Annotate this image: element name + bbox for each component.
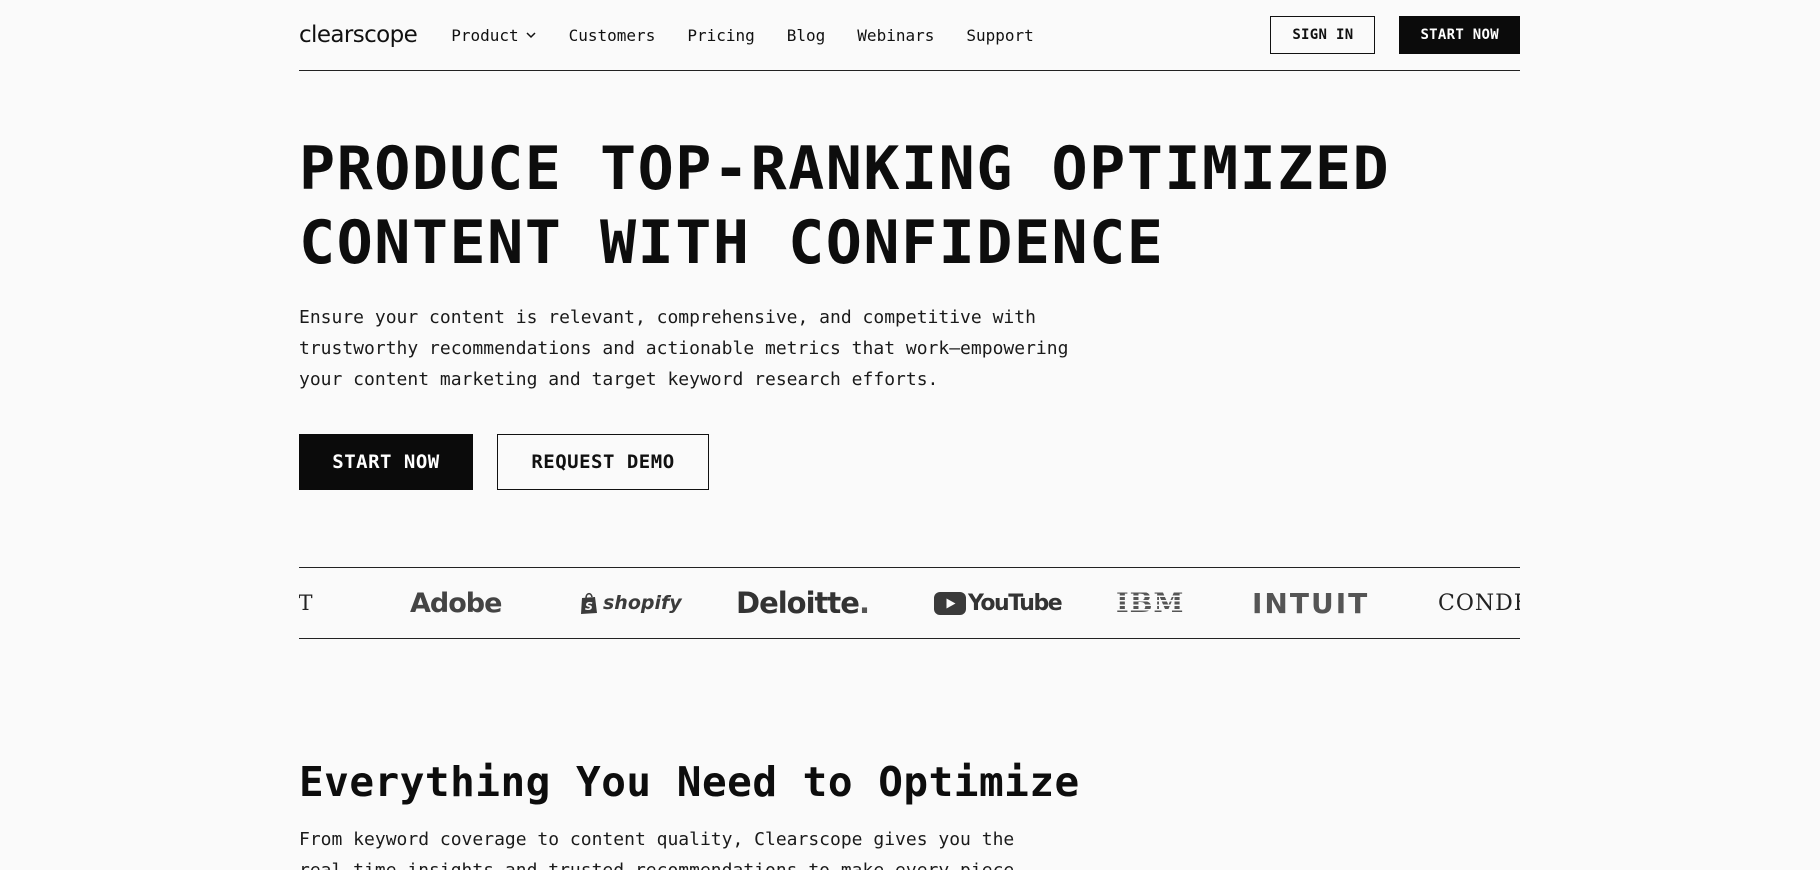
conde-logo-text: CONDÉ [1438,590,1520,616]
deloitte-logo: Deloitte. [736,568,870,638]
nav-item-blog[interactable]: Blog [787,26,826,45]
ibm-logo: IBM [1116,568,1185,638]
hero-description-line: Ensure your content is relevant, compreh… [299,307,1036,328]
partial-brand-logo: AST [299,568,314,638]
hero-description-line: your content marketing and target keywor… [299,369,939,390]
shopify-logo: S shopify [579,568,682,638]
nav-item-webinars[interactable]: Webinars [857,26,934,45]
nav-item-pricing[interactable]: Pricing [687,26,754,45]
partial-brand-text: AST [299,591,314,615]
nav-item-support[interactable]: Support [966,26,1033,45]
youtube-logo: YouTube [934,568,1063,638]
ibm-logo-text: IBM [1116,587,1185,619]
youtube-play-icon [934,591,966,615]
shopify-bag-icon: S [581,592,597,614]
chevron-down-icon [526,32,536,39]
intuit-logo: INTUIT [1252,568,1369,638]
nav-actions: SIGN IN START NOW [1270,16,1520,54]
youtube-logo-text: YouTube [968,590,1063,616]
nav-item-label: Product [451,25,519,45]
deloitte-logo-text: Deloitte [736,586,860,620]
adobe-logo: Adobe [410,568,502,638]
ibm-logo-mark: IBM [1116,587,1185,619]
nav-item-product[interactable]: Product [451,26,536,45]
shopify-logo-text: shopify [603,592,682,614]
deloitte-dot: . [858,586,870,620]
hero-description: Ensure your content is relevant, compreh… [299,302,1139,395]
start-now-button[interactable]: START NOW [299,434,473,490]
features-description-line: From keyword coverage to content quality… [299,829,1015,850]
page: clearscope Product Customers Pricing Blo… [0,0,1820,870]
intuit-logo-text: INTUIT [1252,586,1370,620]
nav-start-now-button[interactable]: START NOW [1399,16,1520,54]
hero-title: PRODUCE TOP-RANKING OPTIMIZED CONTENT WI… [299,132,1520,280]
features-description: From keyword coverage to content quality… [299,824,1520,870]
adobe-logo-text: Adobe [410,587,502,619]
hero-description-line: trustworthy recommendations and actionab… [299,338,1069,359]
customer-logo-strip: AST Adobe S shopify Deloitte. [299,567,1520,639]
features-title: Everything You Need to Optimize [299,758,1080,806]
hero-title-line: PRODUCE TOP-RANKING OPTIMIZED [299,134,1391,204]
hero-title-line: CONTENT WITH CONFIDENCE [299,208,1165,278]
top-nav: clearscope Product Customers Pricing Blo… [299,0,1520,71]
request-demo-button[interactable]: REQUEST DEMO [497,434,709,490]
hero-cta-group: START NOW REQUEST DEMO [299,434,1520,490]
svg-text:S: S [585,600,593,613]
sign-in-button[interactable]: SIGN IN [1270,16,1376,54]
conde-nast-logo: CONDÉ [1438,568,1520,638]
nav-item-customers[interactable]: Customers [569,26,656,45]
clearscope-logo[interactable]: clearscope [299,22,418,48]
logo-track: AST Adobe S shopify Deloitte. [299,568,1520,638]
nav-links: Product Customers Pricing Blog Webinars … [451,26,1034,45]
features-description-line: real-time insights and trusted recommend… [299,855,1520,870]
